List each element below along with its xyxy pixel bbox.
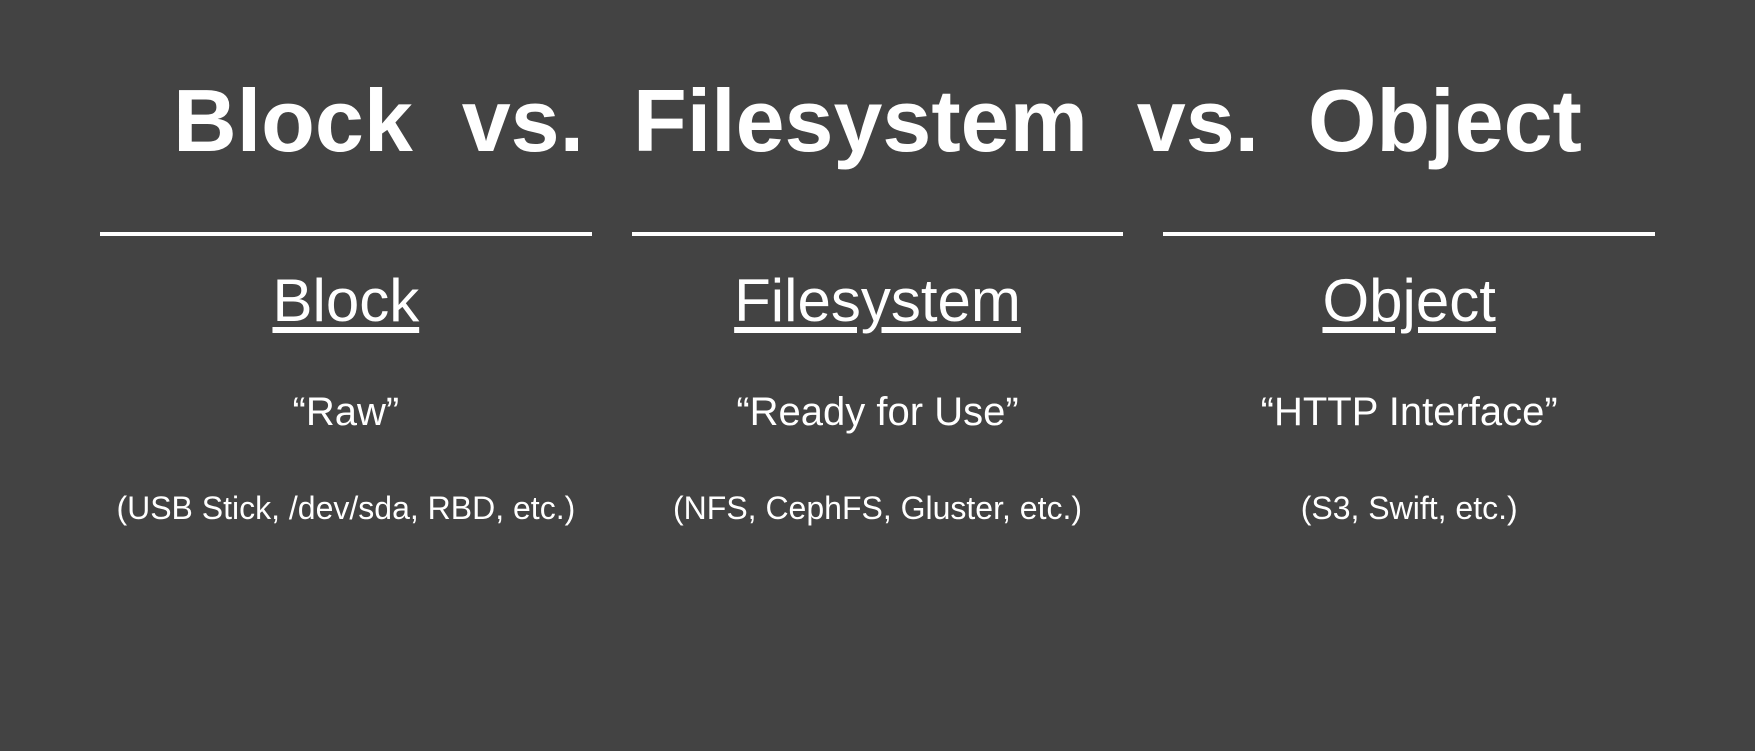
- divider: [632, 232, 1124, 236]
- divider: [1163, 232, 1655, 236]
- divider: [100, 232, 592, 236]
- column-tagline: “Raw”: [293, 390, 400, 435]
- column-block: Block “Raw” (USB Stick, /dev/sda, RBD, e…: [100, 212, 592, 527]
- column-heading: Filesystem: [734, 266, 1021, 335]
- column-examples: (NFS, CephFS, Gluster, etc.): [673, 490, 1082, 527]
- column-heading: Object: [1322, 266, 1495, 335]
- slide-title: Block vs. Filesystem vs. Object: [173, 70, 1582, 172]
- slide: Block vs. Filesystem vs. Object Block “R…: [0, 0, 1755, 751]
- column-object: Object “HTTP Interface” (S3, Swift, etc.…: [1163, 212, 1655, 527]
- column-examples: (USB Stick, /dev/sda, RBD, etc.): [116, 490, 575, 527]
- columns-container: Block “Raw” (USB Stick, /dev/sda, RBD, e…: [100, 212, 1655, 527]
- column-heading: Block: [272, 266, 419, 335]
- column-tagline: “Ready for Use”: [736, 390, 1018, 435]
- column-examples: (S3, Swift, etc.): [1301, 490, 1518, 527]
- column-filesystem: Filesystem “Ready for Use” (NFS, CephFS,…: [632, 212, 1124, 527]
- column-tagline: “HTTP Interface”: [1261, 390, 1558, 435]
